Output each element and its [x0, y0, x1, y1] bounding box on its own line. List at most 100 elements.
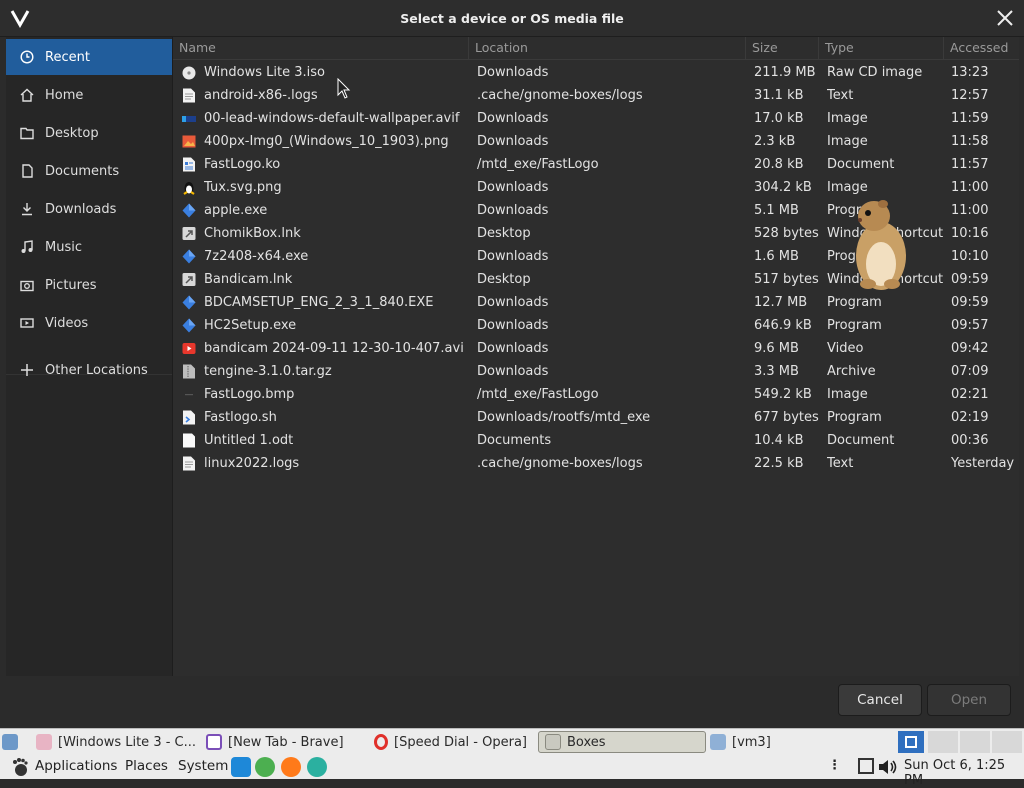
file-size: 528 bytes	[754, 226, 819, 241]
cancel-button[interactable]: Cancel	[838, 684, 922, 716]
taskbar-item-brave[interactable]: [New Tab - Brave]	[206, 731, 366, 753]
file-type: Image	[827, 134, 868, 149]
applications-menu[interactable]: Applications	[35, 758, 117, 774]
vscode-launcher-icon[interactable]	[231, 757, 251, 777]
sidebar-item-label: Music	[45, 239, 82, 255]
file-location: Desktop	[477, 226, 531, 241]
file-type: Program	[827, 295, 882, 310]
open-button[interactable]: Open	[927, 684, 1011, 716]
network-icon[interactable]	[858, 758, 874, 774]
column-header-size[interactable]: Size	[746, 37, 819, 59]
file-name: FastLogo.ko	[204, 157, 281, 172]
text-file-icon	[182, 456, 196, 471]
file-row[interactable]: FastLogo.bmp/mtd_exe/FastLogo 549.2 kB Ima…	[173, 383, 1019, 406]
file-row[interactable]: Windows Lite 3.iso Downloads 211.9 MB Raw C…	[173, 61, 1019, 84]
mouse-cursor-icon	[337, 78, 351, 99]
shortcut-icon	[182, 272, 196, 287]
taskbar-item-vm3[interactable]: [vm3]	[710, 731, 830, 753]
file-accessed: 07:09	[951, 364, 989, 379]
file-row[interactable]: 00-lead-windows-default-wallpaper.avif Do…	[173, 107, 1019, 130]
task-label: [Windows Lite 3 - C...	[58, 734, 197, 750]
sidebar-item-desktop[interactable]: Desktop	[6, 115, 172, 151]
workspace-2-button[interactable]	[928, 731, 958, 753]
taskbar-item-windows-lite[interactable]: [Windows Lite 3 - C...	[36, 731, 202, 753]
sidebar-item-videos[interactable]: Videos	[6, 305, 172, 341]
file-row[interactable]: android-x86-.logs .cache/gnome-boxes/logs…	[173, 84, 1019, 107]
show-desktop-button[interactable]	[2, 731, 20, 753]
file-location: Downloads	[477, 341, 549, 356]
blank-doc-icon	[182, 433, 196, 448]
sidebar-item-downloads[interactable]: Downloads	[6, 191, 172, 227]
close-button[interactable]	[988, 0, 1022, 36]
file-type: Image	[827, 387, 868, 402]
file-name: Bandicam.lnk	[204, 272, 293, 287]
places-menu[interactable]: Places	[125, 758, 168, 774]
file-row[interactable]: tengine-3.1.0.tar.gz Downloads 3.3 MB Archi…	[173, 360, 1019, 383]
file-size: 549.2 kB	[754, 387, 812, 402]
file-row[interactable]: BDCAMSETUP_ENG_2_3_1_840.EXE Downloads 12.…	[173, 291, 1019, 314]
file-row[interactable]: bandicam 2024-09-11 12-30-10-407.avi Down…	[173, 337, 1019, 360]
file-size: 646.9 kB	[754, 318, 812, 333]
video-icon	[19, 315, 35, 331]
file-size: 517 bytes	[754, 272, 819, 287]
workspace-3-button[interactable]	[960, 731, 990, 753]
program-icon	[182, 318, 196, 333]
file-type: Video	[827, 341, 864, 356]
sidebar-item-recent[interactable]: Recent	[6, 39, 172, 75]
sidebar-item-documents[interactable]: Documents	[6, 153, 172, 189]
file-type: Image	[827, 111, 868, 126]
clock-icon	[19, 49, 35, 65]
sidebar-item-home[interactable]: Home	[6, 77, 172, 113]
shortcut-icon	[182, 226, 196, 241]
firefox-launcher-icon[interactable]	[281, 757, 301, 777]
workspace-4-button[interactable]	[992, 731, 1022, 753]
file-name: 00-lead-windows-default-wallpaper.avif	[204, 111, 460, 126]
archive-icon	[182, 364, 196, 379]
file-size: 22.5 kB	[754, 456, 804, 471]
file-accessed: 11:00	[951, 180, 989, 195]
file-accessed: 10:10	[951, 249, 989, 264]
tux-icon	[182, 180, 196, 195]
sidebar-item-music[interactable]: Music	[6, 229, 172, 265]
taskbar-item-boxes[interactable]: Boxes	[538, 731, 706, 753]
file-type: Document	[827, 157, 895, 172]
column-header-name[interactable]: Name	[173, 37, 469, 59]
window-icon	[545, 734, 561, 750]
taskbar-item-opera[interactable]: [Speed Dial - Opera]	[374, 731, 534, 753]
edge-dev-launcher-icon[interactable]	[307, 757, 327, 777]
file-location: Downloads	[477, 364, 549, 379]
file-row[interactable]: 400px-Img0_(Windows_10_1903).png Download…	[173, 130, 1019, 153]
program-icon	[182, 249, 196, 264]
file-accessed: 09:59	[951, 272, 989, 287]
file-location: Downloads	[477, 180, 549, 195]
volume-icon[interactable]	[877, 757, 899, 777]
sidebar-item-label: Home	[45, 87, 84, 103]
close-icon	[997, 10, 1013, 26]
system-menu[interactable]: System	[178, 758, 228, 774]
hamster-mascot-image	[856, 200, 906, 290]
file-row[interactable]: Fastlogo.sh Downloads/rootfs/mtd_exe 677 b…	[173, 406, 1019, 429]
file-size: 1.6 MB	[754, 249, 799, 264]
sidebar-item-pictures[interactable]: Pictures	[6, 267, 172, 303]
column-header-accessed[interactable]: Accessed	[944, 37, 1019, 59]
file-location: Documents	[477, 433, 552, 448]
column-header-type[interactable]: Type	[819, 37, 944, 59]
file-row[interactable]: HC2Setup.exe Downloads 646.9 kB Program 09:5…	[173, 314, 1019, 337]
document-icon	[19, 163, 35, 179]
task-label: [Speed Dial - Opera]	[394, 734, 527, 750]
document-file-icon	[182, 157, 196, 172]
chrome-launcher-icon[interactable]	[255, 757, 275, 777]
sidebar-item-other-locations[interactable]: Other Locations	[6, 352, 172, 388]
file-row[interactable]: Untitled 1.odt Documents 10.4 kB Document 00…	[173, 429, 1019, 452]
clock[interactable]: Sun Oct 6, 1:25 PM	[904, 758, 1024, 788]
file-row[interactable]: linux2022.logs .cache/gnome-boxes/logs 22.…	[173, 452, 1019, 475]
taskbar: [Windows Lite 3 - C... [New Tab - Brave]…	[0, 728, 1024, 788]
column-header-location[interactable]: Location	[469, 37, 746, 59]
file-accessed: 10:16	[951, 226, 989, 241]
file-row[interactable]: FastLogo.ko/mtd_exe/FastLogo 20.8 kB Docum…	[173, 153, 1019, 176]
task-label: [New Tab - Brave]	[228, 734, 344, 750]
plus-icon	[19, 362, 35, 378]
workspace-1-button[interactable]	[898, 731, 924, 753]
panel-handle-icon[interactable]: ⋮	[828, 758, 841, 773]
file-list[interactable]: Name Location Size Type Accessed Windows…	[172, 37, 1019, 676]
